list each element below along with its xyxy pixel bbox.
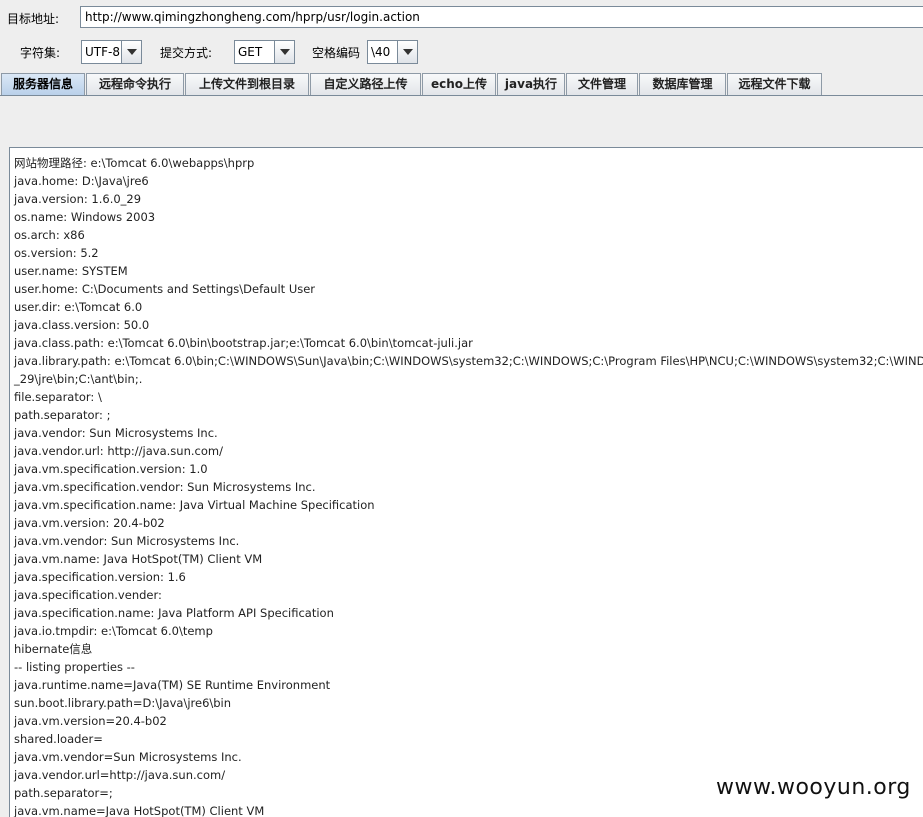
output-line: java.vm.name: Java HotSpot(TM) Client VM bbox=[14, 552, 263, 566]
space-encoding-label: 空格编码 bbox=[312, 46, 361, 60]
output-line: java.vm.specification.version: 1.0 bbox=[14, 462, 208, 476]
chevron-down-icon[interactable] bbox=[121, 41, 141, 63]
method-value: GET bbox=[238, 45, 263, 59]
output-line: path.separator: ; bbox=[14, 408, 111, 422]
output-line: os.name: Windows 2003 bbox=[14, 210, 156, 224]
space-encoding-value: \40 bbox=[371, 45, 391, 59]
watermark: www.wooyun.org bbox=[716, 775, 911, 800]
space-encoding-select[interactable]: \40 bbox=[367, 40, 418, 64]
output-textarea[interactable]: 网站物理路径: e:\Tomcat 6.0\webapps\hprp java.h… bbox=[9, 147, 923, 817]
tab-remote-download[interactable]: 远程文件下载 bbox=[727, 73, 822, 95]
output-line: java.runtime.name=Java(TM) SE Runtime En… bbox=[14, 678, 331, 692]
tab-database-manager[interactable]: 数据库管理 bbox=[639, 73, 726, 95]
output-line: java.vm.specification.name: Java Virtual… bbox=[14, 498, 375, 512]
output-line: user.name: SYSTEM bbox=[14, 264, 128, 278]
tab-server-info[interactable]: 服务器信息 bbox=[1, 73, 85, 96]
target-url-label: 目标地址: bbox=[7, 12, 60, 26]
output-line: 网站物理路径: e:\Tomcat 6.0\webapps\hprp bbox=[14, 156, 255, 170]
output-line: java.library.path: e:\Tomcat 6.0\bin;C:\… bbox=[14, 354, 923, 368]
tab-echo-upload[interactable]: echo上传 bbox=[422, 73, 496, 95]
tab-divider bbox=[0, 95, 923, 96]
chevron-down-icon[interactable] bbox=[397, 41, 417, 63]
output-line: user.dir: e:\Tomcat 6.0 bbox=[14, 300, 143, 314]
output-line: sun.boot.library.path=D:\Java\jre6\bin bbox=[14, 696, 232, 710]
output-line: java.vendor: Sun Microsystems Inc. bbox=[14, 426, 218, 440]
output-line: java.specification.version: 1.6 bbox=[14, 570, 186, 584]
tab-remote-command[interactable]: 远程命令执行 bbox=[86, 73, 184, 95]
output-line: java.version: 1.6.0_29 bbox=[14, 192, 142, 206]
output-line: -- listing properties -- bbox=[14, 660, 135, 674]
output-line: os.version: 5.2 bbox=[14, 246, 99, 260]
chevron-down-icon[interactable] bbox=[274, 41, 294, 63]
output-line: java.vm.vendor=Sun Microsystems Inc. bbox=[14, 750, 242, 764]
target-url-input[interactable]: http://www.qimingzhongheng.com/hprp/usr/… bbox=[80, 6, 923, 28]
output-line: java.vm.name=Java HotSpot(TM) Client VM bbox=[14, 804, 265, 817]
output-line: user.home: C:\Documents and Settings\Def… bbox=[14, 282, 316, 296]
output-line: java.home: D:\Java\jre6 bbox=[14, 174, 149, 188]
charset-label: 字符集: bbox=[20, 46, 61, 60]
tab-java-exec[interactable]: java执行 bbox=[497, 73, 565, 95]
output-line: java.vm.specification.vendor: Sun Micros… bbox=[14, 480, 316, 494]
output-line: _29\jre\bin;C:\ant\bin;. bbox=[14, 372, 143, 386]
output-line: shared.loader= bbox=[14, 732, 103, 746]
output-line: java.vm.vendor: Sun Microsystems Inc. bbox=[14, 534, 240, 548]
tab-upload-root[interactable]: 上传文件到根目录 bbox=[185, 73, 309, 95]
tab-bar: 服务器信息 远程命令执行 上传文件到根目录 自定义路径上传 echo上传 jav… bbox=[0, 73, 923, 96]
charset-select[interactable]: UTF-8 bbox=[81, 40, 142, 64]
method-select[interactable]: GET bbox=[234, 40, 295, 64]
output-line: hibernate信息 bbox=[14, 642, 93, 656]
output-line: java.vendor.url: http://java.sun.com/ bbox=[14, 444, 223, 458]
output-line: os.arch: x86 bbox=[14, 228, 85, 242]
output-line: java.specification.vender: bbox=[14, 588, 162, 602]
output-line: java.vm.version: 20.4-b02 bbox=[14, 516, 165, 530]
charset-value: UTF-8 bbox=[85, 45, 120, 59]
output-line: java.vm.version=20.4-b02 bbox=[14, 714, 167, 728]
output-line: java.class.version: 50.0 bbox=[14, 318, 150, 332]
tab-file-manager[interactable]: 文件管理 bbox=[566, 73, 638, 95]
method-label: 提交方式: bbox=[160, 46, 213, 60]
output-line: java.io.tmpdir: e:\Tomcat 6.0\temp bbox=[14, 624, 213, 638]
output-line: java.class.path: e:\Tomcat 6.0\bin\boots… bbox=[14, 336, 473, 350]
tab-custom-path-upload[interactable]: 自定义路径上传 bbox=[310, 73, 421, 95]
output-line: java.specification.name: Java Platform A… bbox=[14, 606, 334, 620]
output-line: file.separator: \ bbox=[14, 390, 102, 404]
